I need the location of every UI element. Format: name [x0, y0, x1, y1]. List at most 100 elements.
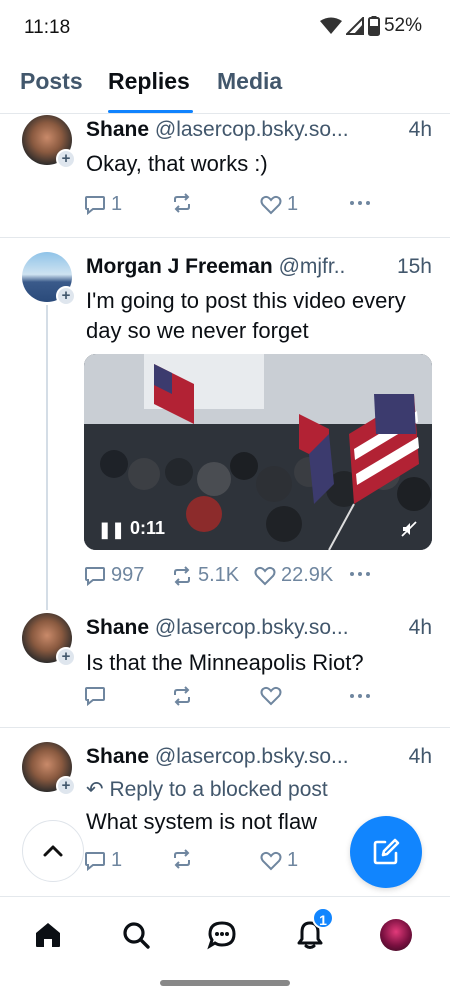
post-item[interactable]: + Shane @lasercop.bsky.so... 4h Is that …	[0, 613, 450, 723]
repost-icon	[174, 193, 190, 213]
scroll-to-top-button[interactable]	[22, 820, 84, 882]
author-handle[interactable]: @lasercop.bsky.so...	[155, 616, 349, 639]
compose-button[interactable]	[350, 816, 422, 888]
mute-button[interactable]	[400, 520, 418, 543]
author-handle[interactable]: @lasercop.bsky.so...	[155, 745, 349, 768]
post-header: Morgan J Freeman @mjfr..	[86, 255, 386, 279]
wifi-icon	[319, 17, 342, 34]
chevron-up-icon	[43, 845, 63, 857]
pause-icon[interactable]: ❚❚	[98, 520, 125, 540]
tab-posts[interactable]: Posts	[20, 68, 83, 95]
reply-arrow-icon: ↶	[86, 778, 104, 801]
reply-icon	[85, 851, 105, 871]
follow-plus-icon[interactable]: +	[56, 647, 76, 667]
repost-button[interactable]	[171, 849, 193, 869]
repost-button[interactable]	[171, 686, 193, 706]
repost-icon	[174, 565, 190, 586]
author-name[interactable]: Shane	[86, 745, 149, 768]
follow-plus-icon[interactable]: +	[56, 776, 76, 796]
more-icon	[350, 572, 370, 576]
more-icon	[350, 201, 370, 205]
post-item[interactable]: + Morgan J Freeman @mjfr.. 15h I'm going…	[0, 252, 450, 602]
more-icon	[350, 694, 370, 698]
repost-button[interactable]: 5.1K	[171, 564, 239, 587]
like-count: 1	[287, 849, 299, 871]
author-handle[interactable]: @mjfr..	[279, 255, 346, 278]
reply-button[interactable]	[84, 686, 106, 706]
nav-chat[interactable]	[202, 915, 242, 955]
post-time: 15h	[396, 255, 432, 278]
follow-plus-icon[interactable]: +	[56, 286, 76, 306]
author-handle[interactable]: @lasercop.bsky.so...	[155, 118, 349, 141]
like-button[interactable]	[260, 686, 282, 706]
post-text: Is that the Minneapolis Riot?	[86, 650, 364, 675]
more-button[interactable]	[348, 686, 372, 706]
reply-note-text: Reply to a blocked post	[109, 778, 328, 801]
avatar[interactable]: +	[22, 115, 76, 169]
signal-icon	[345, 17, 364, 35]
reply-icon	[85, 566, 105, 586]
reply-count: 1	[111, 193, 123, 215]
like-icon	[260, 686, 282, 706]
avatar[interactable]: +	[22, 613, 76, 667]
battery-icon	[367, 16, 380, 36]
profile-tabs: Posts Replies Media	[0, 58, 450, 114]
nav-profile[interactable]	[376, 915, 416, 955]
post-header: Shane @lasercop.bsky.so...	[86, 616, 434, 640]
like-icon	[254, 566, 276, 585]
like-count: 22.9K	[281, 564, 334, 586]
video-time: 0:11	[130, 518, 166, 538]
search-icon	[123, 922, 150, 949]
reply-count: 1	[111, 849, 123, 871]
home-icon	[36, 923, 60, 947]
post-text: I'm going to post this video every day s…	[86, 288, 406, 343]
mute-icon	[401, 521, 417, 537]
reply-count: 997	[111, 564, 145, 586]
post-text: Okay, that works :)	[86, 151, 268, 176]
nav-home[interactable]	[28, 915, 68, 955]
nav-notifications[interactable]: 1	[290, 907, 334, 955]
like-button[interactable]: 1	[260, 193, 298, 216]
author-name[interactable]: Shane	[86, 118, 149, 141]
more-button[interactable]	[348, 193, 372, 213]
post-actions: 997 5.1K 22.9K	[84, 564, 384, 592]
post-time: 4h	[408, 745, 432, 768]
reply-button[interactable]: 997	[84, 564, 144, 587]
avatar[interactable]: +	[22, 252, 76, 306]
like-icon	[260, 195, 282, 214]
reply-button[interactable]: 1	[84, 193, 122, 216]
video-controls: ❚❚ 0:11	[84, 510, 432, 550]
tab-replies[interactable]: Replies	[108, 68, 190, 95]
reply-note[interactable]: ↶ Reply to a blocked post	[86, 777, 328, 802]
post-item[interactable]: + Shane @lasercop.bsky.so... 4h Okay, th…	[0, 115, 450, 237]
reply-button[interactable]: 1	[84, 849, 122, 872]
like-button[interactable]: 1	[260, 849, 298, 872]
nav-search[interactable]	[116, 915, 156, 955]
post-header: Shane @lasercop.bsky.so...	[86, 118, 434, 142]
chat-icon	[207, 921, 236, 950]
like-button[interactable]: 22.9K	[254, 564, 333, 587]
active-tab-indicator	[108, 110, 193, 113]
repost-icon	[174, 849, 190, 869]
repost-icon	[174, 686, 190, 706]
home-indicator	[160, 980, 290, 986]
more-button[interactable]	[348, 564, 372, 584]
like-icon	[260, 851, 282, 870]
reply-icon	[85, 687, 105, 706]
repost-count: 5.1K	[198, 564, 240, 586]
post-header: Shane @lasercop.bsky.so...	[86, 745, 434, 769]
notifications-badge: 1	[312, 907, 334, 929]
video-player[interactable]: ❚❚ 0:11	[84, 354, 432, 550]
battery-percent: 52%	[383, 15, 422, 36]
tab-media[interactable]: Media	[217, 68, 282, 95]
repost-button[interactable]	[171, 193, 193, 213]
post-actions: 1 1	[84, 849, 384, 877]
divider	[0, 727, 450, 728]
bottom-nav: 1	[0, 896, 450, 972]
follow-plus-icon[interactable]: +	[56, 149, 76, 169]
reply-icon	[85, 195, 105, 215]
author-name[interactable]: Morgan J Freeman	[86, 255, 273, 278]
profile-avatar	[380, 919, 412, 951]
author-name[interactable]: Shane	[86, 616, 149, 639]
avatar[interactable]: +	[22, 742, 76, 796]
